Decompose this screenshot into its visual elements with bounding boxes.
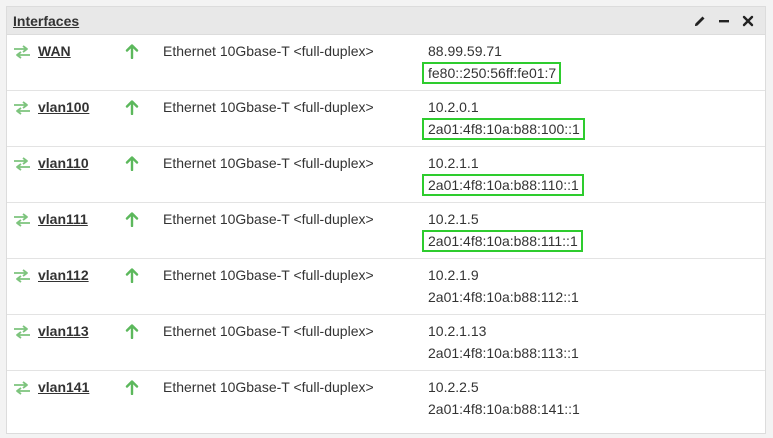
swap-arrows-icon [13,269,31,286]
interface-name-link[interactable]: vlan110 [38,155,89,171]
widget-title-link[interactable]: Interfaces [13,13,79,29]
ipv4-address: 10.2.1.9 [428,267,479,283]
ipv6-address: fe80::250:56ff:fe01:7 [422,62,562,84]
ipv6-address: 2a01:4f8:10a:b88:112::1 [428,289,579,305]
swap-arrows-icon [13,381,31,398]
interface-row: vlan113 Ethernet 10Gbase-T <full-duplex> 1… [7,315,765,371]
arrow-up-icon [125,323,139,342]
widget-tools [693,14,759,28]
swap-arrows-icon [13,325,31,342]
ipv4-address: 10.2.1.1 [428,155,479,171]
ipv4-address: 10.2.1.5 [428,211,479,227]
interface-name-link[interactable]: WAN [38,43,71,59]
interface-media: Ethernet 10Gbase-T <full-duplex> [163,323,374,339]
arrow-up-icon [125,211,139,230]
interface-name-link[interactable]: vlan113 [38,323,89,339]
interface-row: WAN Ethernet 10Gbase-T <full-duplex> 88.99… [7,35,765,91]
interfaces-widget: Interfaces WAN Ethernet 10Gbase-T <full-d… [6,6,766,434]
interface-row: vlan111 Ethernet 10Gbase-T <full-duplex> 1… [7,203,765,259]
interface-row: vlan112 Ethernet 10Gbase-T <full-duplex> 1… [7,259,765,315]
interface-media: Ethernet 10Gbase-T <full-duplex> [163,155,374,171]
widget-header: Interfaces [7,7,765,35]
pencil-icon[interactable] [693,14,707,28]
ipv4-address: 10.2.2.5 [428,379,479,395]
interface-name-link[interactable]: vlan111 [38,211,88,227]
interface-name-link[interactable]: vlan100 [38,99,89,115]
interface-addresses: 10.2.2.52a01:4f8:10a:b88:141::1 [426,376,582,420]
arrow-up-icon [125,379,139,398]
interface-addresses: 88.99.59.71fe80::250:56ff:fe01:7 [422,40,562,84]
ipv4-address: 88.99.59.71 [428,43,502,59]
interface-row: vlan141 Ethernet 10Gbase-T <full-duplex> 1… [7,371,765,427]
swap-arrows-icon [13,101,31,118]
interface-addresses: 10.2.1.132a01:4f8:10a:b88:113::1 [426,320,581,364]
interface-media: Ethernet 10Gbase-T <full-duplex> [163,379,374,395]
ipv6-address: 2a01:4f8:10a:b88:113::1 [428,345,579,361]
ipv6-address: 2a01:4f8:10a:b88:100::1 [422,118,585,140]
minimize-icon[interactable] [717,14,731,28]
ipv6-address: 2a01:4f8:10a:b88:111::1 [422,230,583,252]
interface-media: Ethernet 10Gbase-T <full-duplex> [163,99,374,115]
interface-addresses: 10.2.1.12a01:4f8:10a:b88:110::1 [422,152,584,196]
swap-arrows-icon [13,213,31,230]
interface-addresses: 10.2.1.52a01:4f8:10a:b88:111::1 [422,208,583,252]
interface-name-link[interactable]: vlan112 [38,267,89,283]
interface-addresses: 10.2.0.12a01:4f8:10a:b88:100::1 [422,96,585,140]
arrow-up-icon [125,99,139,118]
close-icon[interactable] [741,14,755,28]
arrow-up-icon [125,267,139,286]
arrow-up-icon [125,155,139,174]
interface-media: Ethernet 10Gbase-T <full-duplex> [163,211,374,227]
interface-name-link[interactable]: vlan141 [38,379,89,395]
interface-row: vlan110 Ethernet 10Gbase-T <full-duplex> 1… [7,147,765,203]
swap-arrows-icon [13,157,31,174]
ipv6-address: 2a01:4f8:10a:b88:141::1 [428,401,580,417]
ipv4-address: 10.2.0.1 [428,99,479,115]
interface-row: vlan100 Ethernet 10Gbase-T <full-duplex> 1… [7,91,765,147]
arrow-up-icon [125,43,139,62]
interface-media: Ethernet 10Gbase-T <full-duplex> [163,267,374,283]
ipv6-address: 2a01:4f8:10a:b88:110::1 [422,174,584,196]
ipv4-address: 10.2.1.13 [428,323,487,339]
interface-addresses: 10.2.1.92a01:4f8:10a:b88:112::1 [426,264,581,308]
swap-arrows-icon [13,45,31,62]
interfaces-list: WAN Ethernet 10Gbase-T <full-duplex> 88.99… [7,35,765,427]
interface-media: Ethernet 10Gbase-T <full-duplex> [163,43,374,59]
